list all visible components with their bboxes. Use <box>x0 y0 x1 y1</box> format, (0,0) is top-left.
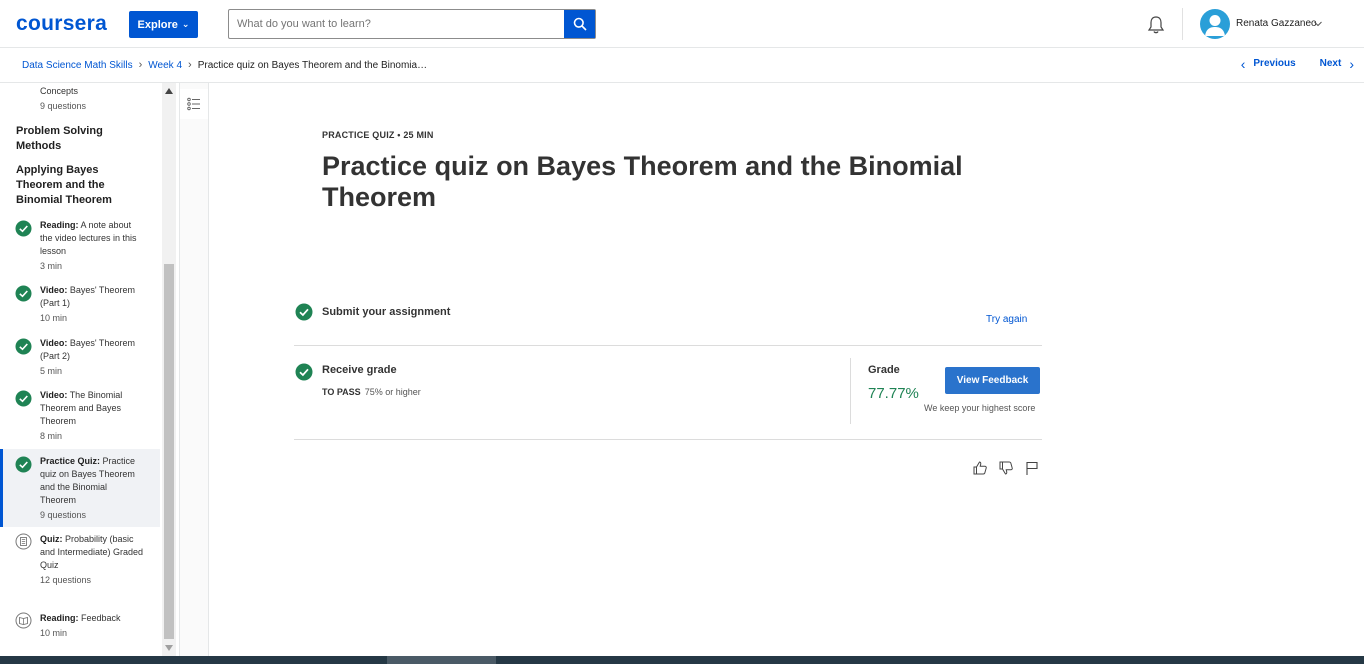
explore-button[interactable]: Explore ⌄ <box>129 11 198 38</box>
outline-item-text: Practice Quiz: Practice quiz on Bayes Th… <box>40 456 136 520</box>
divider <box>294 439 1042 440</box>
grade-label: Grade <box>868 364 900 376</box>
previous-button[interactable]: Previous <box>1253 58 1295 69</box>
scroll-down-arrow-icon[interactable] <box>165 645 173 651</box>
check-circle-icon <box>295 303 313 321</box>
breadcrumb-bar: Data Science Math Skills › Week 4 › Prac… <box>0 48 1364 83</box>
chevron-right-icon[interactable]: › <box>1349 57 1354 71</box>
outline-item[interactable]: Video: Bayes' Theorem (Part 2) 5 min <box>0 337 160 381</box>
check-circle-icon <box>15 390 32 407</box>
scrollbar-thumb[interactable] <box>164 264 174 639</box>
bell-icon[interactable] <box>1146 15 1166 35</box>
submit-assignment-label: Submit your assignment <box>322 306 451 318</box>
coursera-logo[interactable]: coursera <box>16 12 107 36</box>
check-circle-icon <box>295 363 313 381</box>
search-button[interactable] <box>564 10 595 38</box>
partial-item-label[interactable]: Concepts <box>40 86 78 96</box>
outline-toggle-button[interactable] <box>180 89 208 119</box>
search-input[interactable] <box>229 10 565 38</box>
breadcrumb-current: Practice quiz on Bayes Theorem and the B… <box>197 59 428 71</box>
item-kicker: PRACTICE QUIZ • 25 MIN <box>322 130 434 140</box>
highest-score-note: We keep your highest score <box>924 403 1036 413</box>
breadcrumb: Data Science Math Skills › Week 4 › Prac… <box>22 59 427 71</box>
outline-item-text: Video: The Binomial Theorem and Bayes Th… <box>40 390 123 441</box>
outline-item[interactable]: Reading: Feedback 10 min <box>0 612 160 652</box>
course-outline: Concepts 9 questions Problem Solving Met… <box>0 83 160 656</box>
chevron-right-icon: › <box>138 59 143 71</box>
user-icon <box>1205 15 1225 36</box>
chevron-right-icon: › <box>188 59 192 71</box>
item-navigation: ‹ Previous Next › <box>1241 57 1354 71</box>
feedback-actions <box>972 460 1040 476</box>
chevron-down-icon[interactable] <box>1313 19 1323 29</box>
check-circle-icon <box>15 456 32 473</box>
page-title: Practice quiz on Bayes Theorem and the B… <box>322 151 963 212</box>
to-pass-requirement: TO PASS 75% or higher <box>322 387 421 397</box>
check-circle-icon <box>15 220 32 237</box>
outline-item[interactable]: Quiz: Probability (basic and Intermediat… <box>0 533 160 601</box>
breadcrumb-course[interactable]: Data Science Math Skills <box>22 60 133 71</box>
main-content: PRACTICE QUIZ • 25 MIN Practice quiz on … <box>210 83 1364 656</box>
search-box <box>228 9 596 39</box>
outline-item-text: Quiz: Probability (basic and Intermediat… <box>40 534 144 585</box>
chevron-down-icon: ⌄ <box>181 19 190 29</box>
next-button[interactable]: Next <box>1320 58 1342 69</box>
reading-icon <box>15 612 32 629</box>
grade-value: 77.77% <box>868 385 919 402</box>
outline-item[interactable]: Reading: A note about the video lectures… <box>0 219 160 275</box>
scroll-up-arrow-icon[interactable] <box>165 88 173 94</box>
divider <box>850 358 851 424</box>
partial-item-meta: 9 questions <box>40 101 87 111</box>
section-title: Applying Bayes Theorem and the Binomial … <box>16 164 112 206</box>
outline-toggle-column <box>179 83 209 656</box>
view-feedback-button[interactable]: View Feedback <box>945 367 1040 394</box>
thumbs-up-icon[interactable] <box>972 460 988 476</box>
outline-item-text: Reading: A note about the video lectures… <box>40 220 137 271</box>
avatar[interactable] <box>1200 9 1230 39</box>
outline-item-active[interactable]: Practice Quiz: Practice quiz on Bayes Th… <box>0 449 160 527</box>
outline-item-text: Reading: Feedback 10 min <box>40 613 121 638</box>
breadcrumb-week[interactable]: Week 4 <box>148 60 182 71</box>
section-title: Problem Solving Methods <box>16 125 103 152</box>
thumbs-down-icon[interactable] <box>998 460 1014 476</box>
sidebar-scrollbar[interactable] <box>162 83 176 656</box>
chevron-left-icon[interactable]: ‹ <box>1241 57 1246 71</box>
try-again-link[interactable]: Try again <box>986 314 1027 325</box>
check-circle-icon <box>15 338 32 355</box>
outline-item-text: Video: Bayes' Theorem (Part 2) 5 min <box>40 338 135 376</box>
top-header: coursera Explore ⌄ Renata Gazzaneo <box>0 0 1364 48</box>
list-icon <box>187 97 200 111</box>
divider <box>294 345 1042 346</box>
outline-item[interactable]: Video: Bayes' Theorem (Part 1) 10 min <box>0 284 160 328</box>
quiz-icon <box>15 533 32 550</box>
header-divider <box>1182 8 1183 40</box>
taskbar-active-segment[interactable] <box>387 656 496 664</box>
user-name[interactable]: Renata Gazzaneo <box>1236 18 1317 29</box>
search-icon <box>573 17 587 31</box>
explore-label: Explore <box>137 18 178 31</box>
outline-item[interactable]: Video: The Binomial Theorem and Bayes Th… <box>0 389 160 447</box>
outline-item-text: Video: Bayes' Theorem (Part 1) 10 min <box>40 285 135 323</box>
receive-grade-label: Receive grade <box>322 364 397 376</box>
flag-icon[interactable] <box>1024 460 1040 476</box>
check-circle-icon <box>15 285 32 302</box>
os-taskbar <box>0 656 1364 664</box>
